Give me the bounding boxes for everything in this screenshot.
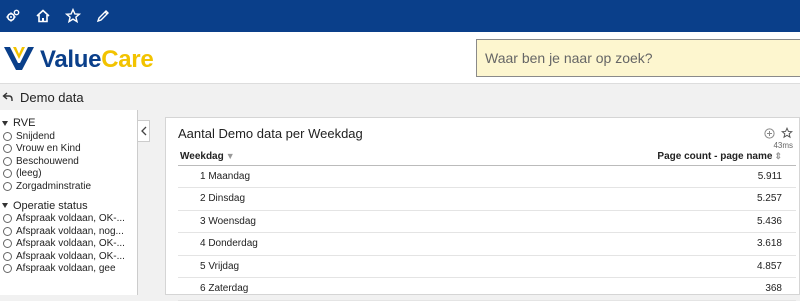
star-icon[interactable]: [64, 7, 82, 25]
table-row[interactable]: 4 Donderdag 3.618: [178, 232, 796, 256]
table-row[interactable]: 3 Woensdag 5.436: [178, 210, 796, 233]
column-header-weekday[interactable]: Weekdag ▼: [178, 149, 406, 166]
table-row[interactable]: 6 Zaterdag 368: [178, 277, 796, 301]
table-row[interactable]: 2 Dinsdag 5.257: [178, 187, 796, 211]
sort-toggle-icon[interactable]: ⇕: [774, 151, 782, 161]
filter-option[interactable]: Afspraak voldaan, OK-...: [0, 213, 137, 226]
back-arrow-icon[interactable]: [2, 91, 14, 103]
cell-page-count: 4.857: [405, 255, 796, 278]
cell-weekday: 2 Dinsdag: [178, 187, 406, 211]
panel-title: Aantal Demo data per Weekdag: [178, 126, 363, 141]
radio-button[interactable]: [3, 264, 12, 274]
chevron-left-icon: [140, 126, 146, 136]
cell-page-count: 5.911: [405, 165, 796, 188]
collapse-triangle-icon[interactable]: [2, 120, 8, 126]
filter-option-label: Afspraak voldaan, nog...: [16, 225, 124, 237]
table-header-row: Weekdag ▼ Page count - page name ⇕: [178, 149, 796, 166]
sort-down-icon[interactable]: ▼: [226, 151, 235, 161]
brand-name-value: Value: [40, 45, 102, 73]
cell-weekday: 6 Zaterdag: [178, 277, 406, 301]
weekday-table: Weekdag ▼ Page count - page name ⇕ 1 Maand…: [178, 149, 796, 301]
filter-option[interactable]: Vrouw en Kind: [0, 143, 137, 156]
brand-name: ValueCare: [40, 45, 154, 74]
radio-button[interactable]: [3, 226, 12, 236]
filter-group-rve: RVE Snijdend Vrouw en Kind Beschouwend (…: [0, 116, 137, 193]
sidebar-collapse-button[interactable]: [138, 120, 150, 142]
filter-option-label: Vrouw en Kind: [16, 143, 81, 155]
radio-button[interactable]: [3, 131, 12, 141]
pencil-icon[interactable]: [94, 7, 112, 25]
column-header-page-count[interactable]: Page count - page name ⇕: [405, 149, 796, 166]
filter-option-label: Afspraak voldaan, OK-...: [16, 250, 125, 262]
search-input[interactable]: [476, 39, 800, 77]
top-toolbar: [0, 0, 800, 32]
filter-option[interactable]: Beschouwend: [0, 155, 137, 168]
filter-group-header[interactable]: RVE: [0, 116, 137, 130]
filter-option-label: Afspraak voldaan, OK-...: [16, 238, 125, 250]
radio-button[interactable]: [3, 251, 12, 261]
radio-button[interactable]: [3, 239, 12, 249]
column-header-label: Page count - page name: [657, 151, 773, 163]
valuecare-logo[interactable]: ValueCare: [2, 44, 154, 75]
cell-page-count: 3.618: [405, 232, 796, 256]
collapse-triangle-icon[interactable]: [2, 203, 8, 208]
cell-page-count: 5.436: [405, 210, 796, 233]
panel-tools: [764, 127, 793, 139]
gears-icon[interactable]: [4, 7, 22, 25]
filter-option-label: Afspraak voldaan, gee: [16, 263, 116, 275]
filter-option-label: Snijdend: [16, 130, 55, 142]
filter-option[interactable]: Zorgadminstratie: [0, 180, 137, 193]
cell-weekday: 4 Donderdag: [178, 232, 406, 256]
cell-weekday: 1 Maandag: [178, 165, 406, 188]
brand-name-care: Care: [101, 45, 154, 73]
filter-option-label: (leeg): [16, 168, 42, 180]
filter-group-header[interactable]: Operatie status: [0, 199, 137, 213]
page-title: Demo data: [20, 89, 84, 105]
app-header: ValueCare: [0, 32, 800, 84]
filter-option[interactable]: (leeg): [0, 168, 137, 181]
radio-button[interactable]: [3, 169, 12, 179]
filter-group-label: RVE: [13, 117, 36, 129]
add-circle-icon[interactable]: [764, 127, 775, 139]
home-icon[interactable]: [34, 7, 52, 25]
breadcrumb: Demo data: [0, 84, 800, 110]
filter-option[interactable]: Afspraak voldaan, gee: [0, 263, 137, 276]
cell-weekday: 5 Vrijdag: [178, 255, 406, 278]
filter-option[interactable]: Afspraak voldaan, OK-...: [0, 250, 137, 263]
radio-button[interactable]: [3, 144, 12, 154]
favorite-star-icon[interactable]: [781, 127, 793, 139]
cell-weekday: 3 Woensdag: [178, 210, 406, 233]
table-row[interactable]: 5 Vrijdag 4.857: [178, 255, 796, 278]
radio-button[interactable]: [3, 181, 12, 191]
filter-group-label: Operatie status: [13, 199, 88, 212]
filter-option-label: Beschouwend: [16, 155, 79, 167]
filter-option-label: Zorgadminstratie: [16, 180, 92, 192]
table-row[interactable]: 1 Maandag 5.911: [178, 165, 796, 188]
filter-option[interactable]: Afspraak voldaan, OK-...: [0, 238, 137, 251]
weekday-panel: Aantal Demo data per Weekdag 43ms Weekda…: [165, 117, 800, 301]
radio-button[interactable]: [3, 156, 12, 166]
filter-option-label: Afspraak voldaan, OK-...: [16, 213, 125, 225]
cell-page-count: 5.257: [405, 187, 796, 211]
valuecare-logo-icon: [2, 44, 36, 75]
filter-option[interactable]: Afspraak voldaan, nog...: [0, 225, 137, 238]
filter-sidebar: RVE Snijdend Vrouw en Kind Beschouwend (…: [0, 110, 138, 295]
radio-button[interactable]: [3, 214, 12, 224]
column-header-label: Weekdag: [180, 151, 224, 163]
filter-group-operatie-status: Operatie status Afspraak voldaan, OK-...…: [0, 199, 137, 276]
filter-option[interactable]: Snijdend: [0, 130, 137, 143]
cell-page-count: 368: [405, 277, 796, 301]
